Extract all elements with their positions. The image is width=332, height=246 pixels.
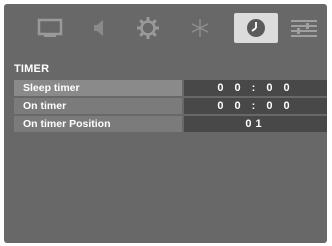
tab-timer[interactable] (234, 13, 278, 43)
timer-menu-list: Sleep timer 0 0 : 0 0 On timer 0 0 : 0 0… (14, 80, 327, 134)
tab-favorites[interactable] (178, 13, 222, 43)
menu-tab-bar (4, 4, 327, 48)
on-timer-value[interactable]: 0 0 : 0 0 (184, 98, 327, 114)
on-timer-position-label: On timer Position (14, 116, 182, 132)
on-timer-label: On timer (14, 98, 182, 114)
setup-icon (137, 17, 159, 39)
tab-options[interactable] (282, 13, 326, 43)
tab-setup[interactable] (126, 13, 170, 43)
menu-row-on-timer-position[interactable]: On timer Position 01 (14, 116, 327, 132)
sleep-timer-label: Sleep timer (14, 80, 182, 96)
sound-icon (94, 20, 103, 36)
menu-row-sleep-timer[interactable]: Sleep timer 0 0 : 0 0 (14, 80, 327, 96)
section-title: TIMER (14, 63, 50, 75)
options-icon (291, 20, 317, 37)
tab-sound[interactable] (78, 13, 122, 43)
tab-picture[interactable] (28, 13, 72, 43)
favorites-icon (191, 19, 209, 37)
on-timer-position-value[interactable]: 01 (184, 116, 327, 132)
timer-icon (247, 19, 265, 37)
menu-row-on-timer[interactable]: On timer 0 0 : 0 0 (14, 98, 327, 114)
tv-menu-screen: TIMER Sleep timer 0 0 : 0 0 On timer 0 0… (4, 4, 327, 243)
picture-icon (37, 18, 63, 37)
sleep-timer-value[interactable]: 0 0 : 0 0 (184, 80, 327, 96)
